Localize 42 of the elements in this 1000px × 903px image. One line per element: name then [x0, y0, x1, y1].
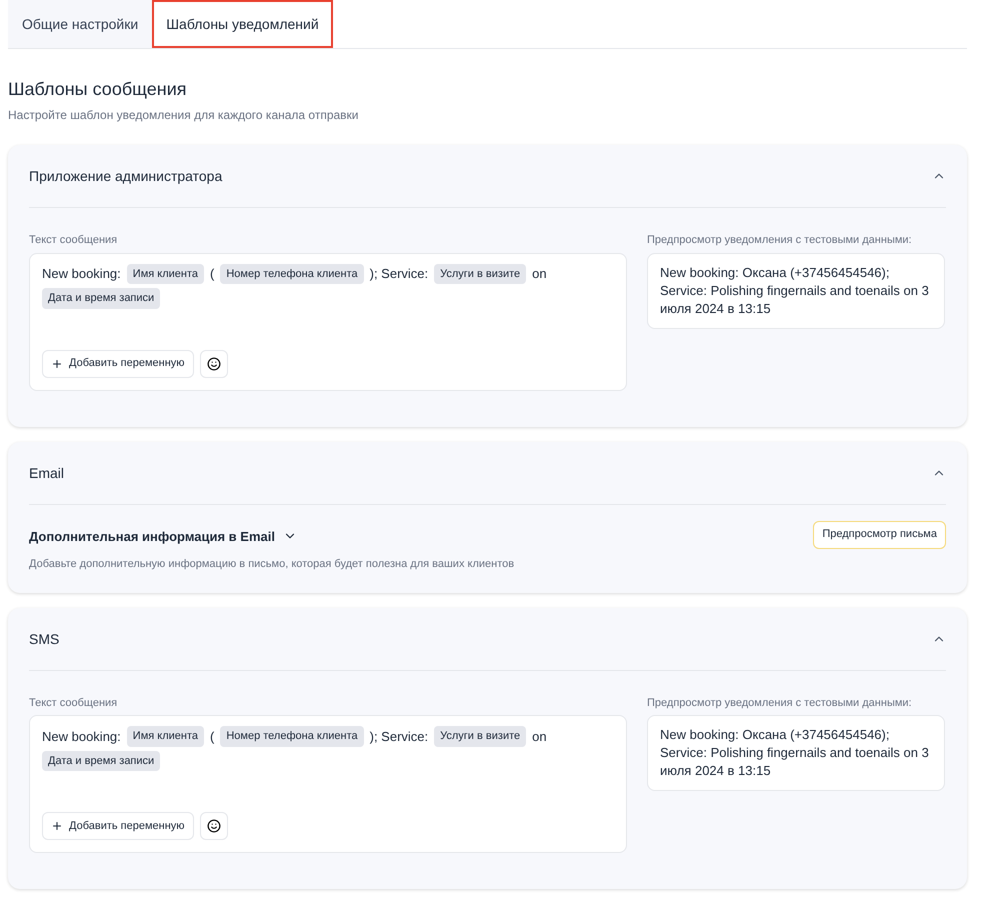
variable-chip[interactable]: Номер телефона клиента — [220, 726, 364, 746]
message-text: ); Service: — [370, 728, 428, 746]
add-variable-button[interactable]: Добавить переменную — [42, 350, 194, 378]
message-editor[interactable]: New booking: Имя клиента ( Номер телефона клиента ); Service: Услуги в визите on Дата и время записи Добавить переменную — [29, 252, 627, 390]
tab[interactable]: Общие настройки — [8, 0, 152, 48]
field-label: Предпросмотр уведомления с тестовыми данными: — [647, 233, 913, 248]
variable-chip[interactable]: Дата и время записи — [42, 750, 160, 771]
variable-chip[interactable]: Услуги в визите — [434, 264, 526, 284]
message-text: New booking: — [42, 265, 121, 283]
card-title: Email — [29, 464, 64, 482]
smiley-icon — [206, 356, 221, 370]
message-editor[interactable]: New booking: Имя клиента ( Номер телефона клиента ); Service: Услуги в визите on Дата и время записи Добавить переменную — [29, 715, 627, 853]
message-text: ( — [210, 728, 214, 746]
message-text: ( — [210, 265, 214, 283]
variable-chip[interactable]: Имя клиента — [126, 264, 204, 284]
plus-icon — [51, 358, 63, 370]
add-variable-button[interactable]: Добавить переменную — [42, 812, 194, 840]
plus-icon — [51, 820, 63, 832]
smiley-icon — [206, 819, 221, 833]
section-hint: Добавьте дополнительную информацию в письмо, которая будет полезна для ваших клиентов — [29, 557, 514, 572]
preview-text: New booking: Оксана (+37456454546); Service: Polishing fingernails and toenails on 3 июля 2024 в 13:15 — [647, 715, 945, 791]
field-label: Текст сообщения — [29, 233, 118, 248]
field-label: Текст сообщения — [29, 696, 118, 710]
message-text: on — [532, 265, 547, 283]
tab[interactable]: Шаблоны уведомлений — [152, 0, 333, 48]
card-title: SMS — [29, 630, 60, 648]
message-text: ); Service: — [370, 265, 428, 283]
page-heading: Шаблоны сообщения — [8, 78, 188, 101]
variable-chip[interactable]: Имя клиента — [126, 726, 204, 746]
preview-text: New booking: Оксана (+37456454546); Service: Polishing fingernails and toenails on 3 июля 2024 в 13:15 — [647, 252, 945, 328]
message-text: on — [532, 728, 547, 746]
preview-email-button[interactable]: Предпросмотр письма — [813, 520, 946, 548]
variable-chip[interactable]: Дата и время записи — [42, 288, 160, 308]
emoji-button[interactable] — [200, 350, 228, 378]
variable-chip[interactable]: Услуги в визите — [434, 726, 526, 746]
section-toggle[interactable]: Дополнительная информация в Email — [29, 526, 514, 546]
variable-chip[interactable]: Номер телефона клиента — [220, 264, 364, 284]
page-subheading: Настройте шаблон уведомления для каждого канала отправки — [8, 107, 360, 123]
card-title: Приложение администратора — [29, 167, 222, 186]
emoji-button[interactable] — [200, 812, 228, 840]
field-label: Предпросмотр уведомления с тестовыми данными: — [647, 696, 913, 710]
message-text: New booking: — [42, 728, 121, 746]
